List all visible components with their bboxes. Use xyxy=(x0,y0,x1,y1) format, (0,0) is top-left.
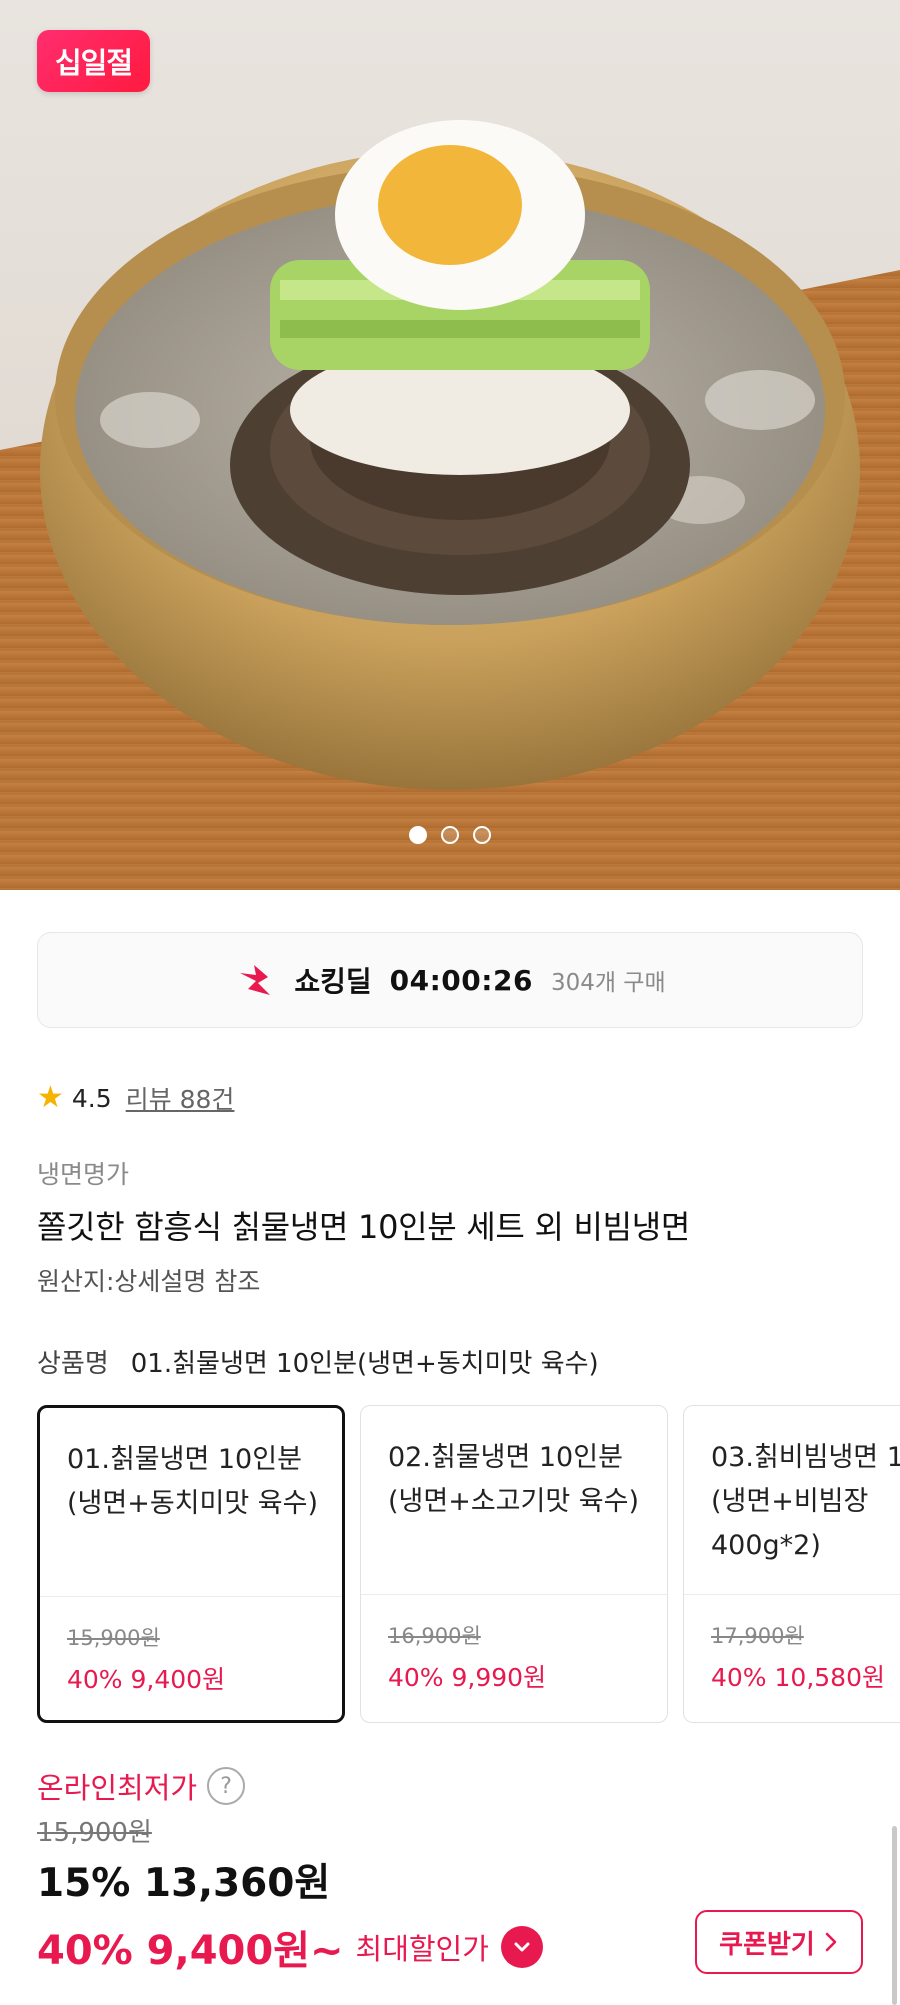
discounted-price: 15% 13,360원 xyxy=(37,1861,331,1906)
product-image[interactable]: 십일절 xyxy=(0,0,900,890)
option-card-sale-price: 40% 9,400원 xyxy=(67,1665,226,1694)
option-card-original-price: 15,900원 xyxy=(67,1626,160,1650)
online-lowest-price-label: 온라인최저가 xyxy=(37,1771,198,1805)
selected-option-value: 01.칡물냉면 10인분(냉면+동치미맛 육수) xyxy=(130,1349,599,1379)
option-card-name: 01.칡물냉면 10인분(냉면+동치미맛 육수) xyxy=(67,1444,318,1519)
deal-title: 쇼킹딜 xyxy=(294,965,372,998)
carousel-dot[interactable] xyxy=(409,826,427,844)
option-label: 상품명 xyxy=(37,1349,109,1379)
chevron-right-icon xyxy=(825,1932,837,1952)
origin-info: 원산지:상세설명 참조 xyxy=(37,1267,261,1296)
shocking-deal-bar: 쇼킹딜 04:00:26 304개 구매 xyxy=(37,932,863,1028)
get-coupon-button[interactable]: 쿠폰받기 xyxy=(695,1910,863,1974)
max-discount-row[interactable]: 40% 9,400원~ 최대할인가 xyxy=(37,1918,543,1976)
help-icon[interactable]: ? xyxy=(207,1767,246,1805)
divider xyxy=(684,1594,900,1595)
product-title: 쫄깃한 함흥식 칡물냉면 10인분 세트 외 비빔냉면 xyxy=(37,1208,691,1246)
max-discount-price: 40% 9,400원~ xyxy=(37,1928,344,1974)
star-icon: ★ xyxy=(37,1080,64,1115)
divider xyxy=(40,1596,342,1597)
image-carousel-indicator[interactable] xyxy=(0,826,900,844)
option-card-name: 03.칡비빔냉면 10인분(냉면+비빔장 400g*2) xyxy=(711,1442,900,1561)
option-card-original-price: 16,900원 xyxy=(388,1624,481,1648)
divider xyxy=(361,1594,667,1595)
chevron-down-icon[interactable] xyxy=(500,1926,543,1968)
rating-score: 4.5 xyxy=(71,1083,112,1113)
brand-name[interactable]: 냉면명가 xyxy=(37,1155,129,1191)
option-card-name: 02.칡물냉면 10인분(냉면+소고기맛 육수) xyxy=(388,1442,639,1517)
sale-event-badge: 십일절 xyxy=(37,30,150,92)
option-card-sale-price: 40% 10,580원 xyxy=(711,1663,885,1692)
original-price: 15,900원 xyxy=(37,1818,152,1848)
purchase-count: 304개 구매 xyxy=(550,970,666,996)
option-card[interactable]: 02.칡물냉면 10인분(냉면+소고기맛 육수) 16,900원 40% 9,9… xyxy=(360,1405,668,1723)
option-card-list[interactable]: 01.칡물냉면 10인분(냉면+동치미맛 육수) 15,900원 40% 9,4… xyxy=(37,1405,900,1723)
get-coupon-label: 쿠폰받기 xyxy=(719,1929,815,1960)
rating-row: ★ 4.5 리뷰 88건 xyxy=(37,1080,234,1116)
option-card[interactable]: 03.칡비빔냉면 10인분(냉면+비빔장 400g*2) 17,900원 40%… xyxy=(683,1405,900,1723)
option-card[interactable]: 01.칡물냉면 10인분(냉면+동치미맛 육수) 15,900원 40% 9,4… xyxy=(37,1405,345,1723)
shocking-deal-icon xyxy=(240,965,271,995)
option-card-original-price: 17,900원 xyxy=(711,1624,804,1648)
selected-option-row: 상품명 01.칡물냉면 10인분(냉면+동치미맛 육수) xyxy=(37,1343,599,1380)
scrollbar[interactable] xyxy=(892,1826,897,2005)
max-discount-label: 최대할인가 xyxy=(355,1932,489,1966)
review-count-link[interactable]: 리뷰 88건 xyxy=(126,1080,235,1116)
deal-countdown: 04:00:26 xyxy=(389,963,533,997)
carousel-dot[interactable] xyxy=(441,826,459,844)
carousel-dot[interactable] xyxy=(473,826,491,844)
online-lowest-price-row: 온라인최저가 ? xyxy=(37,1765,246,1807)
option-card-sale-price: 40% 9,990원 xyxy=(388,1663,547,1692)
naengmyeon-bowl-illustration xyxy=(0,120,900,890)
